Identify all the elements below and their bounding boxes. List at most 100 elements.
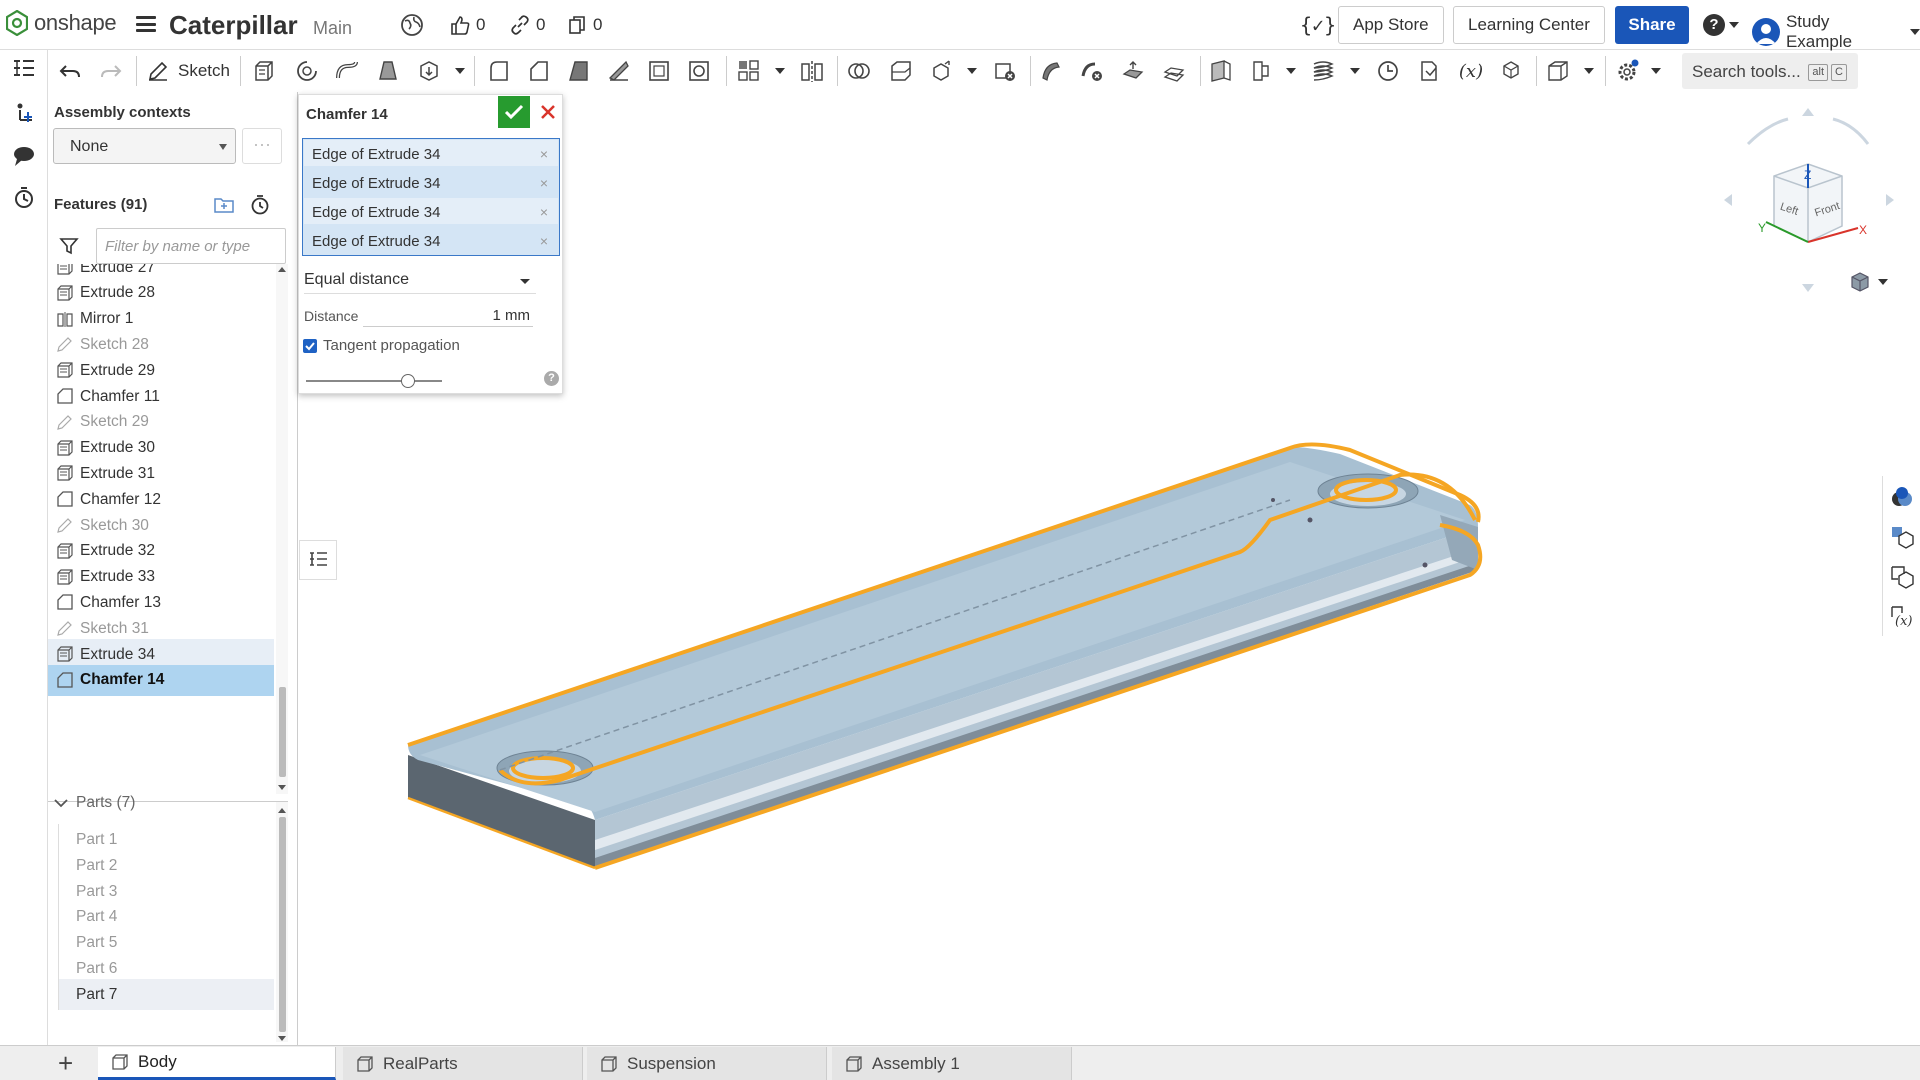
delete-part-icon[interactable] — [990, 56, 1020, 86]
onshape-logo[interactable]: onshape — [6, 10, 117, 36]
remove-selection-icon[interactable]: × — [540, 146, 548, 162]
redo-icon[interactable] — [96, 56, 126, 86]
branch-name[interactable]: Main — [313, 18, 352, 39]
view-mode-menu[interactable] — [1848, 270, 1888, 299]
move-face-icon[interactable] — [1118, 56, 1148, 86]
transform-icon[interactable] — [927, 56, 957, 86]
selected-edge-item[interactable]: Edge of Extrude 34 × — [304, 169, 558, 195]
frame-icon[interactable] — [1496, 56, 1526, 86]
feature-item[interactable]: Chamfer 14 — [48, 664, 274, 696]
mate-connector-icon[interactable] — [1246, 56, 1276, 86]
part-item[interactable]: Part 7 — [58, 978, 274, 1010]
scroll-down-icon[interactable] — [278, 785, 286, 790]
helix-icon[interactable] — [1308, 56, 1338, 86]
filter-icon[interactable] — [59, 236, 79, 256]
clock-icon[interactable] — [1373, 56, 1403, 86]
curve-dropdown-icon[interactable] — [1350, 68, 1360, 74]
undo-icon[interactable] — [55, 56, 85, 86]
edge-selection-list[interactable]: Edge of Extrude 34 × Edge of Extrude 34 × Ed… — [302, 138, 560, 256]
more-features-dropdown-icon[interactable] — [455, 68, 465, 74]
insert-icon[interactable] — [10, 100, 38, 128]
slider-handle[interactable] — [401, 374, 415, 388]
derived-icon[interactable] — [1414, 56, 1444, 86]
links-counter[interactable]: 0 — [509, 14, 545, 36]
help-icon[interactable]: ? — [544, 371, 559, 386]
draft-icon[interactable] — [564, 56, 594, 86]
hole-icon[interactable] — [684, 56, 714, 86]
scroll-up-icon[interactable] — [278, 267, 286, 272]
appearance-icon[interactable] — [1889, 484, 1915, 510]
rollback-timer-icon[interactable] — [249, 194, 271, 216]
globe-icon[interactable] — [400, 13, 424, 37]
comments-icon[interactable] — [10, 142, 38, 170]
extrude-icon[interactable] — [249, 56, 279, 86]
custom-features-dropdown-icon[interactable] — [1651, 68, 1661, 74]
feature-list-toggle[interactable] — [299, 540, 337, 580]
linear-pattern-icon[interactable] — [734, 56, 764, 86]
tab-suspension[interactable]: Suspension — [587, 1047, 827, 1080]
remove-selection-icon[interactable]: × — [540, 204, 548, 220]
selected-edge-item[interactable]: Edge of Extrude 34 × — [304, 198, 558, 224]
learning-center-button[interactable]: Learning Center — [1453, 6, 1605, 44]
history-icon[interactable] — [10, 184, 38, 212]
variable-icon[interactable]: (x) — [1456, 56, 1486, 86]
remove-selection-icon[interactable]: × — [540, 233, 548, 249]
filter-input[interactable]: Filter by name or type — [96, 228, 286, 264]
sheet-metal-dropdown-icon[interactable] — [1584, 68, 1594, 74]
user-menu[interactable]: Study Example — [1752, 12, 1920, 52]
app-store-button[interactable]: App Store — [1338, 6, 1444, 44]
tab-realparts[interactable]: RealParts — [343, 1047, 583, 1080]
shell-icon[interactable] — [644, 56, 674, 86]
assembly-context-select[interactable]: None — [53, 128, 236, 164]
feature-scroll-thumb[interactable] — [279, 687, 286, 777]
replace-face-icon[interactable] — [1159, 56, 1189, 86]
tangent-propagation-checkbox[interactable]: Tangent propagation — [303, 337, 460, 354]
context-more-button[interactable]: ··· — [242, 128, 282, 164]
boolean-icon[interactable] — [844, 56, 874, 86]
remove-selection-icon[interactable]: × — [540, 175, 548, 191]
sketch-button[interactable]: Sketch — [146, 56, 230, 86]
delete-face-icon[interactable] — [1077, 56, 1107, 86]
selected-edge-item[interactable]: Edge of Extrude 34 × — [304, 140, 558, 166]
parts-header[interactable]: Parts (7) — [54, 794, 135, 812]
help-dropdown-icon[interactable] — [1729, 22, 1739, 28]
mirror-icon[interactable] — [797, 56, 827, 86]
parts-scroll-thumb[interactable] — [279, 817, 286, 1032]
checkbox-checked-icon[interactable] — [303, 338, 317, 353]
thicken-icon[interactable] — [414, 56, 444, 86]
cancel-button[interactable] — [533, 96, 563, 128]
search-tools-input[interactable]: Search tools... alt C — [1682, 53, 1858, 89]
variables-panel-icon[interactable]: (x) — [1889, 604, 1915, 630]
selected-edge-item[interactable]: Edge of Extrude 34 × — [304, 227, 558, 253]
view-cube[interactable]: Z X Y Left Front — [1718, 104, 1898, 294]
parts-scroll-up-icon[interactable] — [278, 808, 286, 813]
pattern-dropdown-icon[interactable] — [775, 68, 785, 74]
chamfer-icon[interactable] — [524, 56, 554, 86]
parts-scroll-down-icon[interactable] — [278, 1036, 286, 1041]
help-icon[interactable]: ? — [1703, 14, 1725, 36]
tab-assembly-1[interactable]: Assembly 1 — [832, 1047, 1072, 1080]
add-folder-icon[interactable] — [213, 194, 235, 216]
plane-dropdown-icon[interactable] — [1286, 68, 1296, 74]
chamfer-type-select[interactable]: Equal distance — [304, 268, 536, 294]
document-title[interactable]: Caterpillar — [169, 10, 298, 41]
featurescript-icon[interactable]: {✓} — [1300, 13, 1336, 37]
part-model[interactable] — [408, 447, 1478, 868]
confirm-button[interactable] — [498, 96, 530, 128]
modify-fillet-icon[interactable] — [1037, 56, 1067, 86]
feature-list-icon[interactable] — [10, 56, 38, 84]
revolve-icon[interactable] — [292, 56, 322, 86]
transform-dropdown-icon[interactable] — [967, 68, 977, 74]
properties-icon[interactable] — [1889, 564, 1915, 590]
loft-icon[interactable] — [373, 56, 403, 86]
share-button[interactable]: Share — [1615, 6, 1689, 44]
preview-slider[interactable] — [306, 374, 442, 388]
sheet-metal-icon[interactable] — [1543, 56, 1573, 86]
fillet-icon[interactable] — [484, 56, 514, 86]
gear-icon[interactable] — [1612, 56, 1642, 86]
configurations-icon[interactable] — [1889, 524, 1915, 550]
copies-counter[interactable]: 0 — [566, 14, 602, 36]
split-icon[interactable] — [886, 56, 916, 86]
tab-body[interactable]: Body — [98, 1047, 336, 1080]
add-tab-button[interactable]: + — [58, 1050, 73, 1076]
